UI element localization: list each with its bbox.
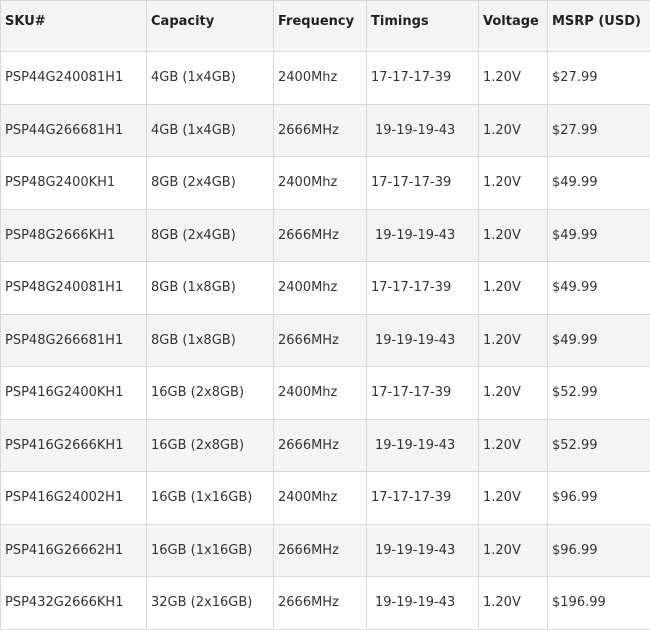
cell-timings: 19-19-19-43 — [367, 209, 479, 262]
table-row: PSP416G2400KH1 16GB (2x8GB) 2400Mhz 17-1… — [1, 367, 650, 420]
cell-msrp: $196.99 — [548, 577, 650, 630]
cell-capacity: 8GB (1x8GB) — [147, 262, 274, 315]
cell-sku: PSP48G2666KH1 — [1, 209, 147, 262]
cell-voltage: 1.20V — [479, 52, 548, 105]
cell-voltage: 1.20V — [479, 157, 548, 210]
cell-capacity: 8GB (2x4GB) — [147, 209, 274, 262]
cell-frequency: 2400Mhz — [274, 367, 367, 420]
cell-sku: PSP416G2400KH1 — [1, 367, 147, 420]
table-row: PSP432G2666KH1 32GB (2x16GB) 2666MHz 19-… — [1, 577, 650, 630]
header-msrp: MSRP (USD) — [548, 1, 650, 52]
cell-timings: 19-19-19-43 — [367, 577, 479, 630]
cell-sku: PSP44G240081H1 — [1, 52, 147, 105]
cell-frequency: 2666MHz — [274, 419, 367, 472]
table-row: PSP44G266681H1 4GB (1x4GB) 2666MHz 19-19… — [1, 104, 650, 157]
table-header-row: SKU# Capacity Frequency Timings Voltage … — [1, 1, 650, 52]
cell-frequency: 2400Mhz — [274, 52, 367, 105]
cell-capacity: 8GB (1x8GB) — [147, 314, 274, 367]
cell-voltage: 1.20V — [479, 472, 548, 525]
cell-voltage: 1.20V — [479, 262, 548, 315]
cell-capacity: 4GB (1x4GB) — [147, 52, 274, 105]
cell-capacity: 16GB (2x8GB) — [147, 419, 274, 472]
memory-spec-table: SKU# Capacity Frequency Timings Voltage … — [0, 0, 650, 630]
cell-sku: PSP416G24002H1 — [1, 472, 147, 525]
cell-voltage: 1.20V — [479, 209, 548, 262]
table-row: PSP48G266681H1 8GB (1x8GB) 2666MHz 19-19… — [1, 314, 650, 367]
cell-capacity: 16GB (1x16GB) — [147, 524, 274, 577]
table-row: PSP416G2666KH1 16GB (2x8GB) 2666MHz 19-1… — [1, 419, 650, 472]
cell-msrp: $52.99 — [548, 367, 650, 420]
cell-frequency: 2400Mhz — [274, 472, 367, 525]
cell-sku: PSP48G240081H1 — [1, 262, 147, 315]
table-row: PSP48G240081H1 8GB (1x8GB) 2400Mhz 17-17… — [1, 262, 650, 315]
header-timings: Timings — [367, 1, 479, 52]
cell-timings: 19-19-19-43 — [367, 314, 479, 367]
cell-voltage: 1.20V — [479, 577, 548, 630]
table-row: PSP48G2666KH1 8GB (2x4GB) 2666MHz 19-19-… — [1, 209, 650, 262]
cell-timings: 17-17-17-39 — [367, 52, 479, 105]
cell-timings: 19-19-19-43 — [367, 524, 479, 577]
cell-sku: PSP48G2400KH1 — [1, 157, 147, 210]
cell-timings: 17-17-17-39 — [367, 262, 479, 315]
cell-msrp: $96.99 — [548, 524, 650, 577]
cell-voltage: 1.20V — [479, 314, 548, 367]
cell-msrp: $52.99 — [548, 419, 650, 472]
header-capacity: Capacity — [147, 1, 274, 52]
cell-frequency: 2666MHz — [274, 524, 367, 577]
cell-timings: 19-19-19-43 — [367, 104, 479, 157]
table-row: PSP44G240081H1 4GB (1x4GB) 2400Mhz 17-17… — [1, 52, 650, 105]
cell-frequency: 2666MHz — [274, 314, 367, 367]
cell-capacity: 16GB (2x8GB) — [147, 367, 274, 420]
table-row: PSP416G26662H1 16GB (1x16GB) 2666MHz 19-… — [1, 524, 650, 577]
cell-msrp: $49.99 — [548, 314, 650, 367]
cell-capacity: 4GB (1x4GB) — [147, 104, 274, 157]
cell-capacity: 32GB (2x16GB) — [147, 577, 274, 630]
cell-msrp: $49.99 — [548, 209, 650, 262]
cell-frequency: 2400Mhz — [274, 262, 367, 315]
cell-frequency: 2666MHz — [274, 104, 367, 157]
cell-capacity: 8GB (2x4GB) — [147, 157, 274, 210]
cell-voltage: 1.20V — [479, 419, 548, 472]
header-frequency: Frequency — [274, 1, 367, 52]
cell-sku: PSP48G266681H1 — [1, 314, 147, 367]
cell-sku: PSP44G266681H1 — [1, 104, 147, 157]
cell-frequency: 2666MHz — [274, 209, 367, 262]
table-row: PSP416G24002H1 16GB (1x16GB) 2400Mhz 17-… — [1, 472, 650, 525]
cell-msrp: $27.99 — [548, 52, 650, 105]
cell-timings: 19-19-19-43 — [367, 419, 479, 472]
cell-timings: 17-17-17-39 — [367, 367, 479, 420]
cell-timings: 17-17-17-39 — [367, 157, 479, 210]
cell-frequency: 2400Mhz — [274, 157, 367, 210]
cell-capacity: 16GB (1x16GB) — [147, 472, 274, 525]
cell-timings: 17-17-17-39 — [367, 472, 479, 525]
cell-voltage: 1.20V — [479, 367, 548, 420]
cell-msrp: $27.99 — [548, 104, 650, 157]
cell-frequency: 2666MHz — [274, 577, 367, 630]
cell-sku: PSP416G26662H1 — [1, 524, 147, 577]
cell-sku: PSP432G2666KH1 — [1, 577, 147, 630]
cell-voltage: 1.20V — [479, 524, 548, 577]
cell-voltage: 1.20V — [479, 104, 548, 157]
table-row: PSP48G2400KH1 8GB (2x4GB) 2400Mhz 17-17-… — [1, 157, 650, 210]
cell-msrp: $96.99 — [548, 472, 650, 525]
header-voltage: Voltage — [479, 1, 548, 52]
cell-msrp: $49.99 — [548, 157, 650, 210]
header-sku: SKU# — [1, 1, 147, 52]
cell-sku: PSP416G2666KH1 — [1, 419, 147, 472]
cell-msrp: $49.99 — [548, 262, 650, 315]
